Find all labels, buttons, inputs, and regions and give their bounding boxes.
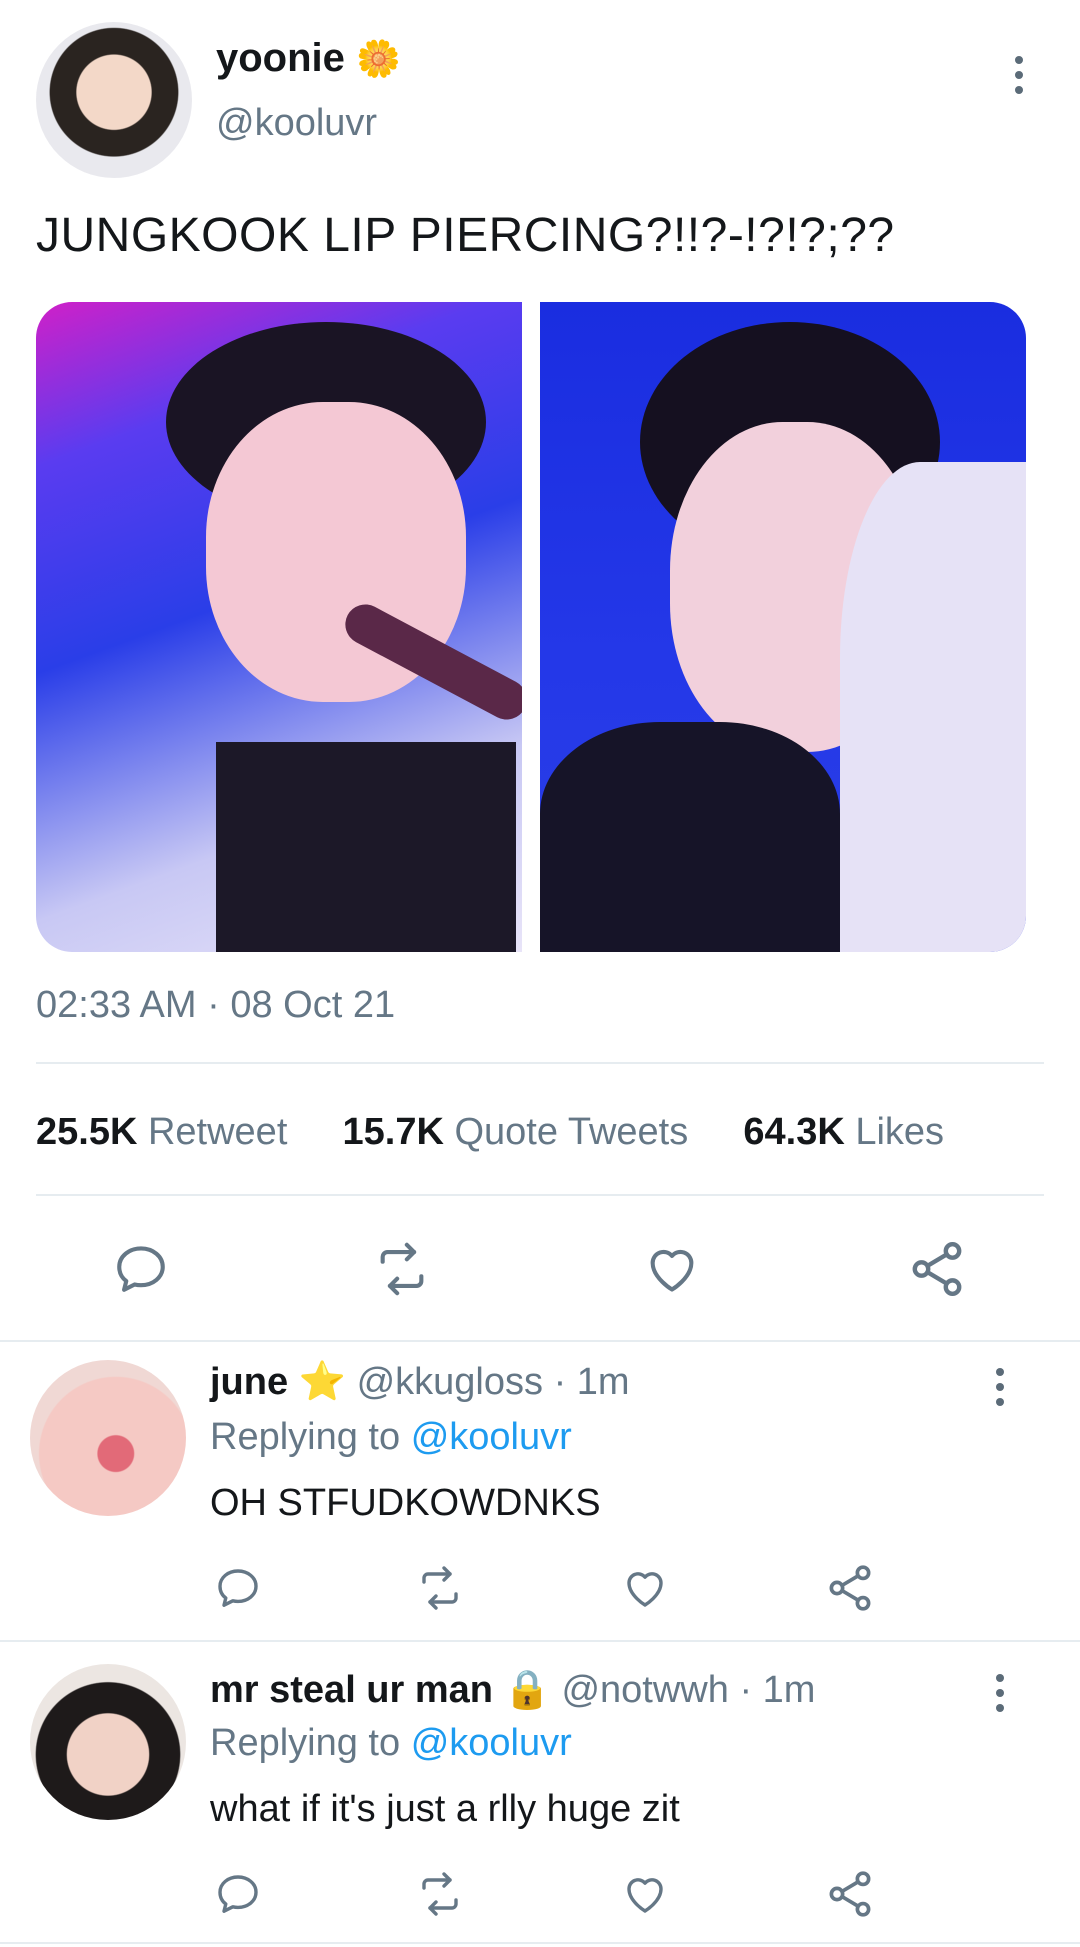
flower-icon: 🌼 — [356, 38, 401, 79]
author-avatar[interactable] — [36, 22, 192, 178]
reply-text: what if it's just a rlly huge zit — [210, 1788, 680, 1830]
divider — [36, 1062, 1044, 1064]
reply-icon[interactable] — [112, 1240, 170, 1298]
reply-header: mr steal ur man 🔒 @notwwh · 1m — [210, 1668, 815, 1712]
like-icon[interactable] — [620, 1564, 670, 1612]
more-icon[interactable] — [985, 1674, 1015, 1720]
retweet-icon[interactable] — [370, 1240, 434, 1298]
retweet-icon[interactable] — [414, 1564, 466, 1612]
reply-icon[interactable] — [214, 1564, 262, 1612]
retweet-stat[interactable]: 25.5K Retweet — [36, 1111, 298, 1153]
reply-header: june ⭐ @kkugloss · 1m — [210, 1360, 630, 1404]
photo-1-jacket — [216, 742, 516, 952]
quote-label: Quote Tweets — [454, 1111, 689, 1153]
reply-author-handle[interactable]: @notwwh — [561, 1669, 728, 1711]
reply-avatar[interactable] — [30, 1664, 186, 1820]
reply-text: OH STFUDKOWDNKS — [210, 1482, 601, 1524]
share-icon[interactable] — [906, 1238, 968, 1300]
reply-time: · 1m — [739, 1669, 816, 1711]
divider — [0, 1942, 1080, 1944]
tweet-text: JUNGKOOK LIP PIERCING?!!?-!?!?;?? — [36, 209, 895, 262]
more-icon[interactable] — [1004, 56, 1034, 102]
replying-prefix: Replying to — [210, 1722, 401, 1764]
likes-label: Likes — [855, 1111, 945, 1153]
author-name-text: yoonie — [216, 36, 345, 80]
divider — [0, 1640, 1080, 1642]
reply-author-handle[interactable]: @kkugloss — [357, 1361, 543, 1403]
quote-stat[interactable]: 15.7K Quote Tweets — [343, 1111, 699, 1153]
tweet-photo-2[interactable] — [540, 302, 1026, 952]
reply-avatar[interactable] — [30, 1360, 186, 1516]
reply-author-name[interactable]: june — [210, 1361, 288, 1403]
retweet-count: 25.5K — [36, 1111, 138, 1153]
replying-to: Replying to @kooluvr — [210, 1722, 572, 1765]
lock-icon: 🔒 — [503, 1669, 551, 1711]
share-icon[interactable] — [824, 1562, 876, 1614]
quote-count: 15.7K — [342, 1111, 444, 1153]
photo-2-shoulder — [840, 462, 1026, 952]
share-icon[interactable] — [824, 1868, 876, 1920]
author-handle[interactable]: @kooluvr — [216, 102, 377, 145]
tweet-photo-1[interactable] — [36, 302, 522, 952]
replying-to-link[interactable]: @kooluvr — [411, 1416, 572, 1458]
divider — [36, 1194, 1044, 1196]
replying-to: Replying to @kooluvr — [210, 1416, 572, 1459]
stats-row: 25.5K Retweet 15.7K Quote Tweets 64.3K L… — [36, 1111, 944, 1154]
reply-time: · 1m — [553, 1361, 630, 1403]
like-icon[interactable] — [642, 1240, 702, 1298]
tweet-timestamp: 02:33 AM · 08 Oct 21 — [36, 984, 396, 1026]
likes-stat[interactable]: 64.3K Likes — [743, 1111, 944, 1153]
replying-prefix: Replying to — [210, 1416, 401, 1458]
reply-icon[interactable] — [214, 1870, 262, 1918]
divider — [0, 1340, 1080, 1342]
retweet-icon[interactable] — [414, 1870, 466, 1918]
more-icon[interactable] — [985, 1368, 1015, 1414]
replying-to-link[interactable]: @kooluvr — [411, 1722, 572, 1764]
star-icon: ⭐ — [298, 1361, 347, 1403]
retweet-label: Retweet — [147, 1111, 288, 1153]
like-icon[interactable] — [620, 1870, 670, 1918]
author-name[interactable]: yoonie 🌼 — [216, 36, 401, 81]
reply-author-name[interactable]: mr steal ur man — [210, 1669, 493, 1711]
likes-count: 64.3K — [743, 1111, 845, 1153]
photo-2-jacket — [540, 722, 840, 952]
